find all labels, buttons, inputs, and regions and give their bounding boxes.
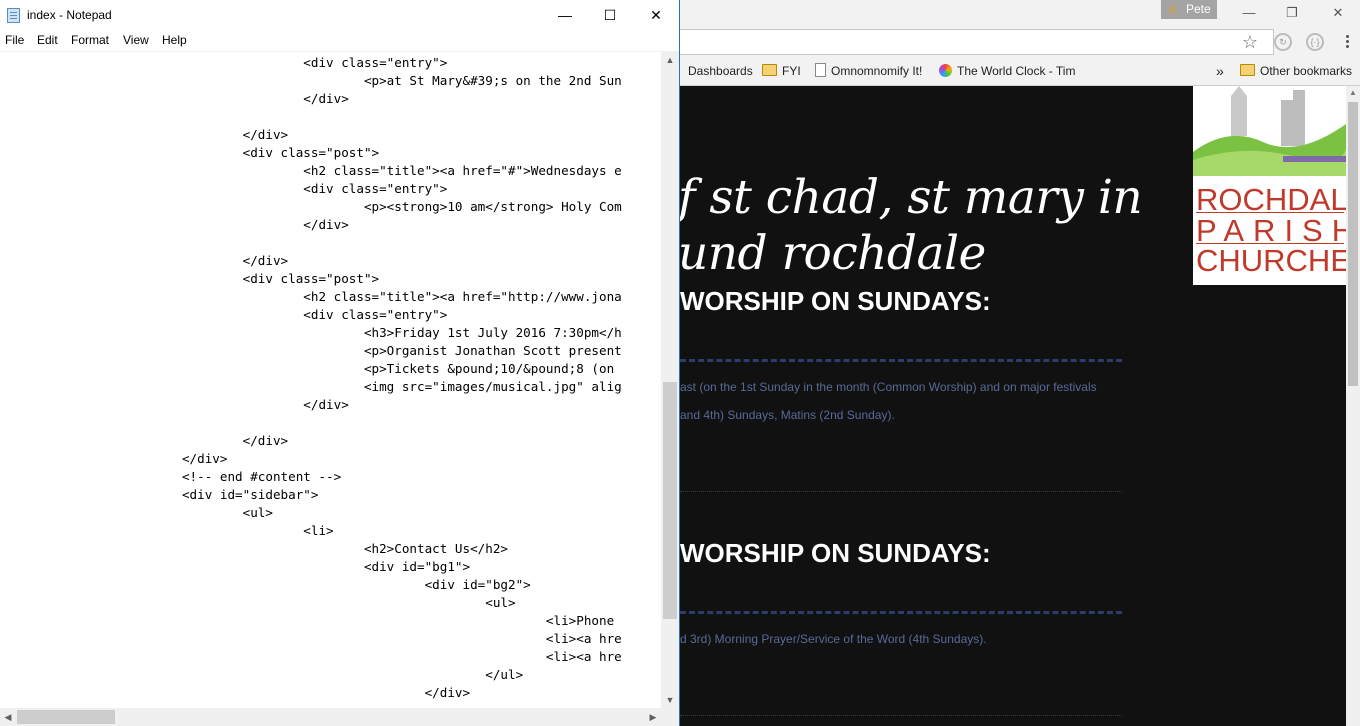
scroll-up-arrow-icon[interactable]: ▲	[1346, 86, 1360, 100]
site-title-line2: und rochdale	[678, 226, 986, 281]
code-line: <p>Organist Jonathan Scott present	[0, 343, 622, 358]
code-line: </div>	[0, 217, 349, 232]
extension-icon[interactable]: ↻	[1274, 33, 1292, 51]
section-heading: WORSHIP ON SUNDAYS:	[680, 538, 991, 568]
code-line: <ul>	[0, 595, 516, 610]
horizontal-scrollbar[interactable]: ◀ ▶	[0, 708, 661, 726]
notepad-titlebar[interactable]: index - Notepad — ☐ ✕	[0, 0, 679, 31]
scrollbar-corner	[661, 708, 679, 726]
browser-minimize-button[interactable]: —	[1229, 2, 1269, 24]
profile-button[interactable]: ⚠ Pete	[1161, 0, 1217, 19]
code-line: <h2 class="title"><a href="#">Wednesdays…	[0, 163, 622, 178]
menu-view[interactable]: View	[123, 33, 149, 47]
section-heading: WORSHIP ON SUNDAYS:	[680, 286, 991, 316]
site-title-line1: f st chad, st mary in	[678, 170, 1143, 225]
bookmark-star-icon[interactable]: ☆	[1239, 31, 1261, 53]
extension-icon[interactable]: {·}	[1306, 33, 1324, 51]
bookmark-world-clock[interactable]: The World Clock - Tim	[939, 60, 1075, 85]
code-line: <div class="entry">	[0, 55, 448, 70]
scroll-down-arrow-icon[interactable]: ▼	[661, 692, 679, 708]
dashed-divider	[680, 611, 1122, 614]
code-line: <div class="entry">	[0, 307, 448, 322]
code-line: <li><a hre	[0, 631, 622, 646]
code-line: <!-- end #content -->	[0, 469, 342, 484]
browser-menu-icon[interactable]	[1340, 33, 1354, 51]
profile-name: Pete	[1186, 2, 1211, 16]
code-line: <h2>Contact Us</h2>	[0, 541, 508, 556]
folder-icon	[762, 64, 777, 76]
code-line: <li>	[0, 523, 334, 538]
section-text: and 4th) Sundays, Matins (2nd Sunday).	[680, 408, 895, 422]
dashed-divider	[680, 359, 1122, 362]
code-line: <div class="post">	[0, 145, 380, 160]
code-line: <img src="images/musical.jpg" alig	[0, 379, 622, 394]
browser-restore-button[interactable]: ❐	[1272, 2, 1312, 24]
rochdale-parish-logo[interactable]: ROCHDALE PARISH CHURCHES	[1193, 86, 1346, 285]
browser-close-button[interactable]: ✕	[1318, 2, 1358, 24]
scrollbar-thumb[interactable]	[663, 382, 677, 619]
bookmarks-overflow-chevron-icon[interactable]: »	[1216, 60, 1224, 85]
code-line: <li><a hre	[0, 649, 622, 664]
code-line: <p>at St Mary&#39;s on the 2nd Sun	[0, 73, 622, 88]
code-line: <li>Phone	[0, 613, 615, 628]
browser-scrollbar[interactable]: ▲	[1346, 86, 1360, 726]
scroll-left-arrow-icon[interactable]: ◀	[0, 708, 16, 726]
code-line: <div id="sidebar">	[0, 487, 319, 502]
code-line: </div>	[0, 685, 471, 700]
world-clock-icon	[939, 64, 952, 77]
section-text: ast (on the 1st Sunday in the month (Com…	[680, 380, 1097, 394]
menu-format[interactable]: Format	[71, 33, 109, 47]
menu-file[interactable]: File	[5, 33, 24, 47]
bookmark-label: FYI	[782, 64, 801, 78]
code-line: </ul>	[0, 667, 524, 682]
church-hills-illustration	[1193, 86, 1346, 176]
code-line: <h2 class="title"><a href="http://www.jo…	[0, 289, 622, 304]
bookmark-dashboards[interactable]: Dashboards	[688, 60, 753, 85]
bookmark-folder-other[interactable]: Other bookmarks	[1240, 60, 1352, 85]
code-line: </div>	[0, 127, 289, 142]
code-line: <div class="post">	[0, 271, 380, 286]
code-line: </div>	[0, 433, 289, 448]
menu-edit[interactable]: Edit	[37, 33, 58, 47]
vertical-scrollbar[interactable]: ▲ ▼	[661, 52, 679, 708]
bookmark-folder-fyi[interactable]: FYI	[762, 60, 801, 85]
dotted-divider	[680, 715, 1122, 716]
menu-help[interactable]: Help	[162, 33, 187, 47]
notepad-app-icon	[7, 8, 20, 23]
address-bar[interactable]	[680, 29, 1274, 55]
close-button[interactable]: ✕	[633, 0, 679, 31]
code-line: <h3>Friday 1st July 2016 7:30pm</h	[0, 325, 622, 340]
text-editor[interactable]: <div class="entry"> <p>at St Mary&#39;s …	[0, 52, 661, 708]
bookmark-label: Dashboards	[688, 64, 753, 78]
code-line: </div>	[0, 451, 228, 466]
scrollbar-thumb[interactable]	[17, 710, 115, 724]
bookmark-label: Omnomnomify It!	[831, 64, 923, 78]
code-line: <div id="bg1">	[0, 559, 471, 574]
code-line: <ul>	[0, 505, 273, 520]
scroll-up-arrow-icon[interactable]: ▲	[661, 52, 679, 68]
code-line: <p><strong>10 am</strong> Holy Com	[0, 199, 622, 214]
page-icon	[815, 63, 826, 77]
scroll-right-arrow-icon[interactable]: ▶	[645, 708, 661, 726]
scrollbar-thumb[interactable]	[1348, 102, 1358, 386]
notepad-window: index - Notepad — ☐ ✕ File Edit Format V…	[0, 0, 680, 726]
warning-icon: ⚠	[1167, 2, 1178, 16]
logo-text-churches: CHURCHES	[1196, 243, 1346, 278]
bookmark-omnomnomify[interactable]: Omnomnomify It!	[815, 60, 922, 85]
code-line: <div class="entry">	[0, 181, 448, 196]
section-text: d 3rd) Morning Prayer/Service of the Wor…	[680, 632, 987, 646]
bookmark-label: Other bookmarks	[1260, 64, 1353, 78]
code-line: </div>	[0, 91, 349, 106]
code-line: <p>Tickets &pound;10/&pound;8 (on	[0, 361, 615, 376]
menu-bar: File Edit Format View Help	[0, 31, 679, 52]
bookmark-label: The World Clock - Tim	[957, 64, 1076, 78]
folder-icon	[1240, 64, 1255, 76]
maximize-button[interactable]: ☐	[587, 0, 633, 31]
dotted-divider	[680, 491, 1122, 492]
code-line: <div id="bg2">	[0, 577, 531, 592]
minimize-button[interactable]: —	[542, 0, 588, 31]
window-title: index - Notepad	[27, 8, 112, 22]
code-line: </div>	[0, 253, 289, 268]
code-line: </div>	[0, 397, 349, 412]
